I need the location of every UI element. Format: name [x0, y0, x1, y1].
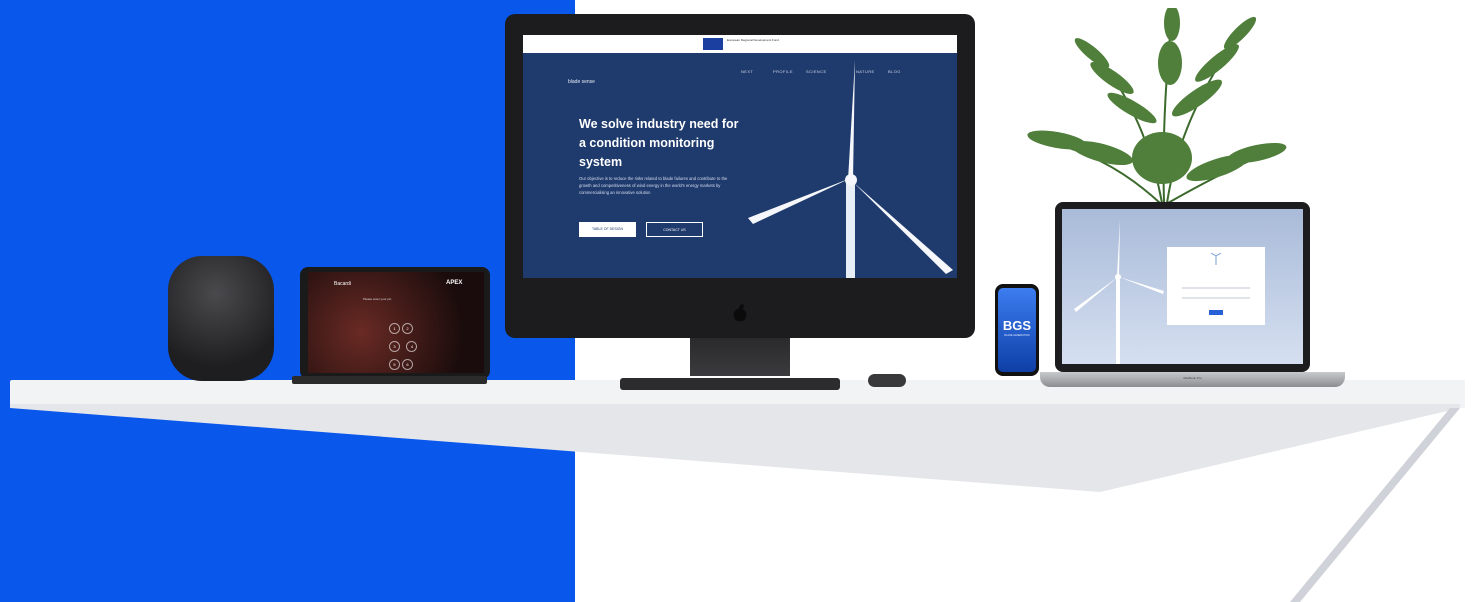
tablet-screen: Bacardi APEX Please enter your pin 1 23 4…	[308, 272, 484, 373]
laptop-label: MacBook Pro	[1183, 376, 1202, 380]
keypad-key[interactable]: 2	[402, 323, 413, 334]
tablet-keyboard	[292, 376, 487, 384]
eu-flag-icon	[703, 38, 723, 50]
tablet-brand-right: APEX	[446, 280, 463, 286]
keypad-key[interactable]: 3	[389, 341, 400, 352]
app-logo: BGS	[1002, 318, 1032, 333]
site-logo[interactable]: blade sense	[568, 79, 595, 85]
login-logo-icon	[1210, 253, 1222, 265]
mouse	[868, 374, 906, 387]
eu-banner: European Regional Development Fund	[523, 35, 957, 53]
smartphone-screen: BGS BLADE GENERATION	[998, 288, 1036, 372]
keypad-key[interactable]: 5	[389, 359, 400, 370]
hero-body: Our objective is to reduce the risks rel…	[579, 176, 728, 195]
app-tagline: BLADE GENERATION	[1004, 334, 1030, 337]
login-card	[1167, 247, 1265, 325]
pin-keypad: 123 456 789	[388, 317, 424, 373]
eu-banner-text: European Regional Development Fund	[727, 38, 779, 42]
username-field[interactable]	[1182, 287, 1250, 289]
keypad-key[interactable]: 1	[389, 323, 400, 334]
laptop-screen	[1062, 209, 1303, 364]
monitor-chin	[505, 278, 975, 338]
tablet-brand-left: Bacardi	[334, 281, 351, 287]
wind-turbine-icon	[748, 60, 953, 278]
keyboard	[620, 378, 840, 390]
contact-us-button[interactable]: CONTACT US	[646, 222, 703, 237]
login-button[interactable]	[1209, 310, 1223, 315]
wind-turbine-icon	[1074, 219, 1164, 364]
device-mockup-scene: Bacardi APEX Please enter your pin 1 23 4…	[0, 0, 1472, 602]
hero-title: We solve industry need for a condition m…	[579, 117, 739, 169]
fern-plant-icon	[1027, 8, 1287, 204]
pin-prompt: Please enter your pin	[363, 297, 392, 301]
keypad-key[interactable]: 6	[402, 359, 413, 370]
table-of-design-button[interactable]: TABLE OF DESIGN	[579, 222, 636, 237]
monitor-stand	[690, 338, 790, 376]
apple-logo-icon	[733, 304, 747, 322]
desktop-screen-website: European Regional Development Fund blade…	[523, 35, 957, 278]
keypad-key[interactable]: 4	[406, 341, 418, 352]
smart-speaker	[168, 256, 274, 381]
shelf-underside	[10, 404, 1460, 602]
laptop-base: MacBook Pro	[1040, 372, 1345, 387]
password-field[interactable]	[1182, 297, 1250, 299]
